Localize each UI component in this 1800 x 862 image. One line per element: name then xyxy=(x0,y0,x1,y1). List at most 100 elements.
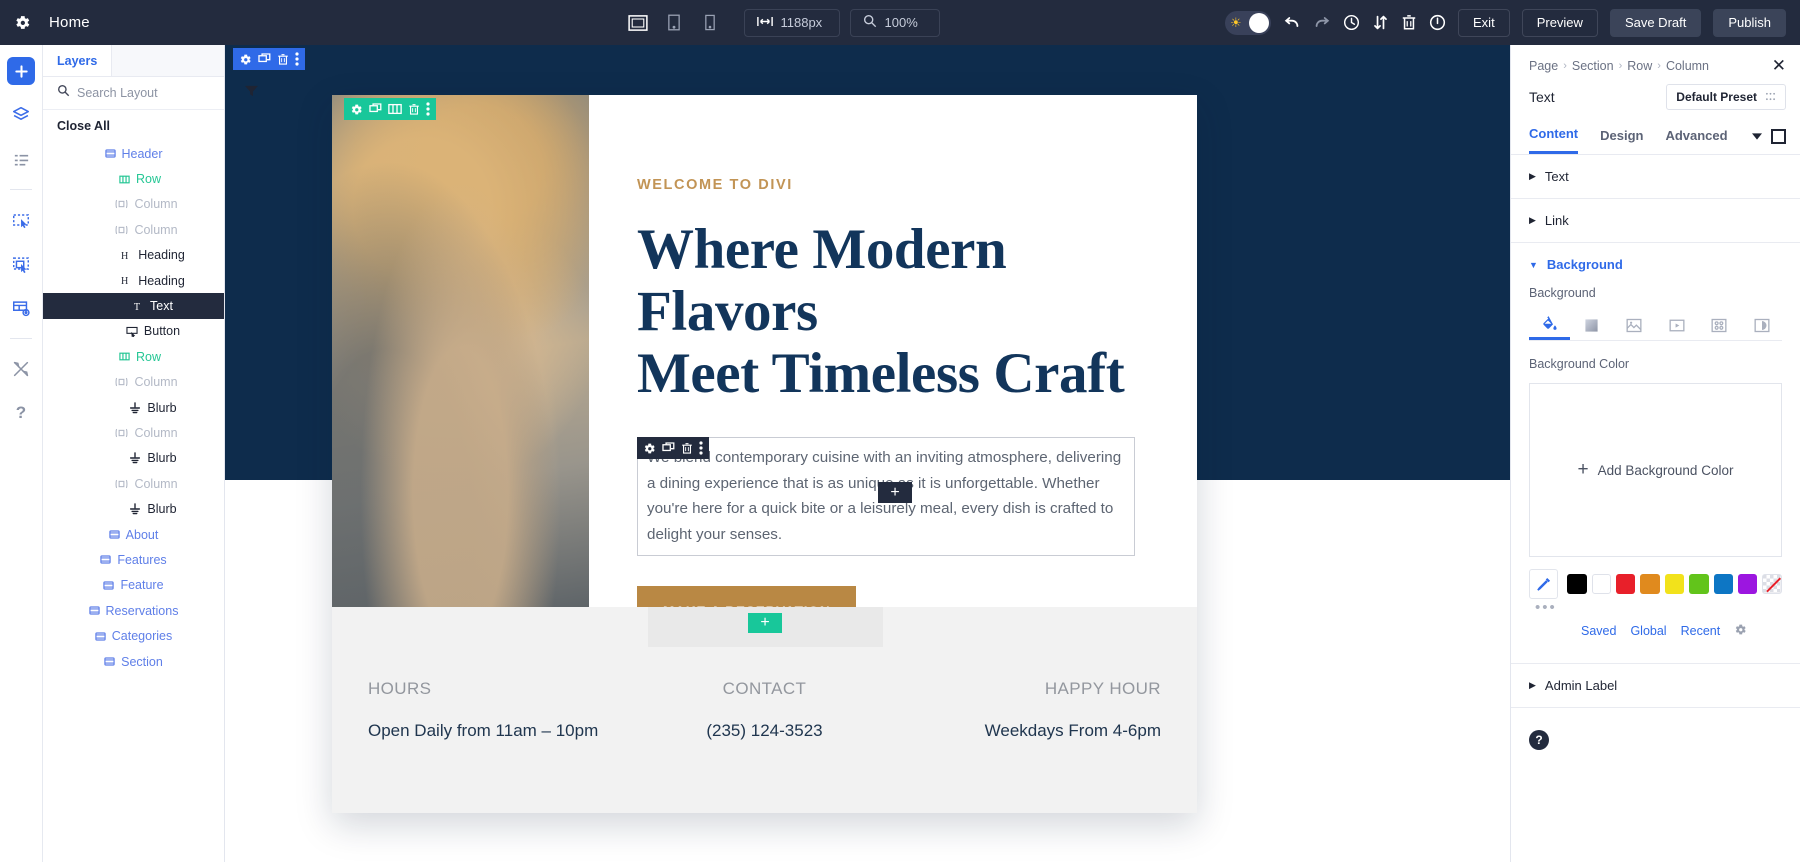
viewport-width-field[interactable]: 1188px xyxy=(743,8,840,37)
more-dots-icon[interactable]: ••• xyxy=(1529,600,1782,615)
layer-item-blurb-10[interactable]: Blurb xyxy=(43,395,224,420)
layer-item-row-1[interactable]: Row xyxy=(43,166,224,191)
layer-item-about-15[interactable]: About xyxy=(43,522,224,547)
color-swatch-6[interactable] xyxy=(1713,574,1734,594)
text-module-selected[interactable]: We blend contemporary cuisine with an in… xyxy=(637,437,1135,556)
select-module-icon[interactable] xyxy=(7,206,35,234)
add-row-button[interactable]: + xyxy=(748,613,782,633)
layer-item-column-9[interactable]: Column xyxy=(43,370,224,395)
settings-icon[interactable] xyxy=(239,53,252,66)
color-swatch-4[interactable] xyxy=(1664,574,1685,594)
accordion-background[interactable]: ▼ Background xyxy=(1511,243,1800,280)
more-icon[interactable] xyxy=(699,441,703,455)
device-phone-button[interactable] xyxy=(698,11,722,35)
help-icon[interactable]: ? xyxy=(1529,730,1549,750)
add-module-button-dark[interactable]: + xyxy=(878,482,912,504)
color-swatch-7[interactable] xyxy=(1738,574,1758,594)
redo-icon[interactable] xyxy=(1313,15,1331,30)
layer-item-heading-4[interactable]: H Heading xyxy=(43,243,224,268)
more-icon[interactable] xyxy=(426,102,430,116)
breadcrumb-item-page[interactable]: Page xyxy=(1529,59,1558,73)
layer-item-feature-17[interactable]: Feature xyxy=(43,573,224,598)
layer-item-column-13[interactable]: Column xyxy=(43,471,224,496)
breadcrumb-item-row[interactable]: Row xyxy=(1627,59,1652,73)
columns-icon[interactable] xyxy=(388,103,402,115)
settings-icon[interactable] xyxy=(643,442,656,455)
delete-icon[interactable] xyxy=(408,103,420,116)
save-draft-button[interactable]: Save Draft xyxy=(1609,8,1702,37)
pattern-icon[interactable] xyxy=(1699,310,1740,340)
exit-button[interactable]: Exit xyxy=(1458,8,1510,37)
multiselect-icon[interactable] xyxy=(7,250,35,278)
mask-icon[interactable] xyxy=(1742,310,1783,340)
tab-content[interactable]: Content xyxy=(1529,126,1579,154)
layer-item-button-7[interactable]: Button xyxy=(43,319,224,344)
light-dark-toggle[interactable]: ☀ xyxy=(1225,10,1272,35)
device-desktop-button[interactable] xyxy=(626,11,650,35)
layer-item-section-20[interactable]: Section xyxy=(43,649,224,674)
breadcrumb-item-column[interactable]: Column xyxy=(1666,59,1709,73)
layer-item-column-2[interactable]: Column xyxy=(43,192,224,217)
layer-item-categories-19[interactable]: Categories xyxy=(43,623,224,648)
video-icon[interactable] xyxy=(1657,310,1698,340)
zoom-field[interactable]: 100% xyxy=(849,8,940,37)
device-tablet-button[interactable] xyxy=(662,11,686,35)
close-all-button[interactable]: Close All xyxy=(43,110,224,141)
color-fill-icon[interactable] xyxy=(1529,310,1570,340)
layer-item-reservations-18[interactable]: Reservations xyxy=(43,598,224,623)
tab-design[interactable]: Design xyxy=(1600,128,1643,153)
preset-selector[interactable]: Default Preset xyxy=(1666,84,1786,110)
search-input[interactable] xyxy=(77,86,238,100)
layer-item-column-11[interactable]: Column xyxy=(43,420,224,445)
layer-item-blurb-14[interactable]: Blurb xyxy=(43,496,224,521)
color-swatch-1[interactable] xyxy=(1591,574,1612,594)
image-icon[interactable] xyxy=(1614,310,1655,340)
breadcrumb-item-section[interactable]: Section xyxy=(1572,59,1614,73)
trash-icon[interactable] xyxy=(1401,14,1417,31)
color-swatch-3[interactable] xyxy=(1640,574,1660,594)
settings-icon[interactable] xyxy=(350,103,363,116)
layer-item-text-6[interactable]: T Text xyxy=(43,293,224,319)
gradient-icon[interactable] xyxy=(1572,310,1613,340)
more-icon[interactable] xyxy=(295,52,299,66)
layer-item-features-16[interactable]: Features xyxy=(43,547,224,572)
gear-icon[interactable] xyxy=(1734,623,1747,639)
expand-square-icon[interactable] xyxy=(1771,128,1786,144)
color-swatch-8[interactable] xyxy=(1762,574,1782,594)
layer-item-heading-5[interactable]: H Heading xyxy=(43,268,224,293)
recent-link[interactable]: Recent xyxy=(1681,624,1721,638)
history-icon[interactable] xyxy=(1343,14,1360,31)
color-swatch-2[interactable] xyxy=(1616,574,1636,594)
preview-button[interactable]: Preview xyxy=(1521,8,1598,37)
layer-item-header-0[interactable]: Header xyxy=(43,141,224,166)
publish-button[interactable]: Publish xyxy=(1713,8,1786,37)
global-link[interactable]: Global xyxy=(1630,624,1666,638)
help-icon[interactable]: ? xyxy=(7,399,35,427)
saved-link[interactable]: Saved xyxy=(1581,624,1616,638)
color-swatch-0[interactable] xyxy=(1567,574,1587,594)
duplicate-icon[interactable] xyxy=(258,52,271,66)
accordion-admin-label[interactable]: ▶ Admin Label xyxy=(1511,663,1800,708)
color-swatch-5[interactable] xyxy=(1689,574,1709,594)
duplicate-icon[interactable] xyxy=(662,442,675,455)
tab-advanced[interactable]: Advanced xyxy=(1665,128,1727,153)
accordion-text[interactable]: ▶ Text xyxy=(1511,155,1800,199)
portability-icon[interactable] xyxy=(1372,14,1389,31)
accordion-link[interactable]: ▶ Link xyxy=(1511,199,1800,243)
undo-icon[interactable] xyxy=(1283,15,1301,30)
delete-icon[interactable] xyxy=(277,53,289,66)
wireframe-icon[interactable] xyxy=(7,145,35,173)
filter-icon[interactable] xyxy=(245,84,258,102)
layer-item-column-3[interactable]: Column xyxy=(43,217,224,242)
delete-icon[interactable] xyxy=(681,442,693,455)
layer-item-blurb-12[interactable]: Blurb xyxy=(43,446,224,471)
layers-icon[interactable] xyxy=(7,101,35,129)
add-icon[interactable] xyxy=(7,57,35,85)
eyedropper-icon[interactable] xyxy=(1529,569,1559,599)
chevron-down-icon[interactable] xyxy=(1752,127,1762,145)
preview-layout-icon[interactable] xyxy=(7,294,35,322)
tab-layers[interactable]: Layers xyxy=(43,45,113,76)
close-icon[interactable]: ✕ xyxy=(1772,57,1786,74)
layer-item-row-8[interactable]: Row xyxy=(43,344,224,369)
add-background-color-button[interactable]: + Add Background Color xyxy=(1529,383,1782,557)
